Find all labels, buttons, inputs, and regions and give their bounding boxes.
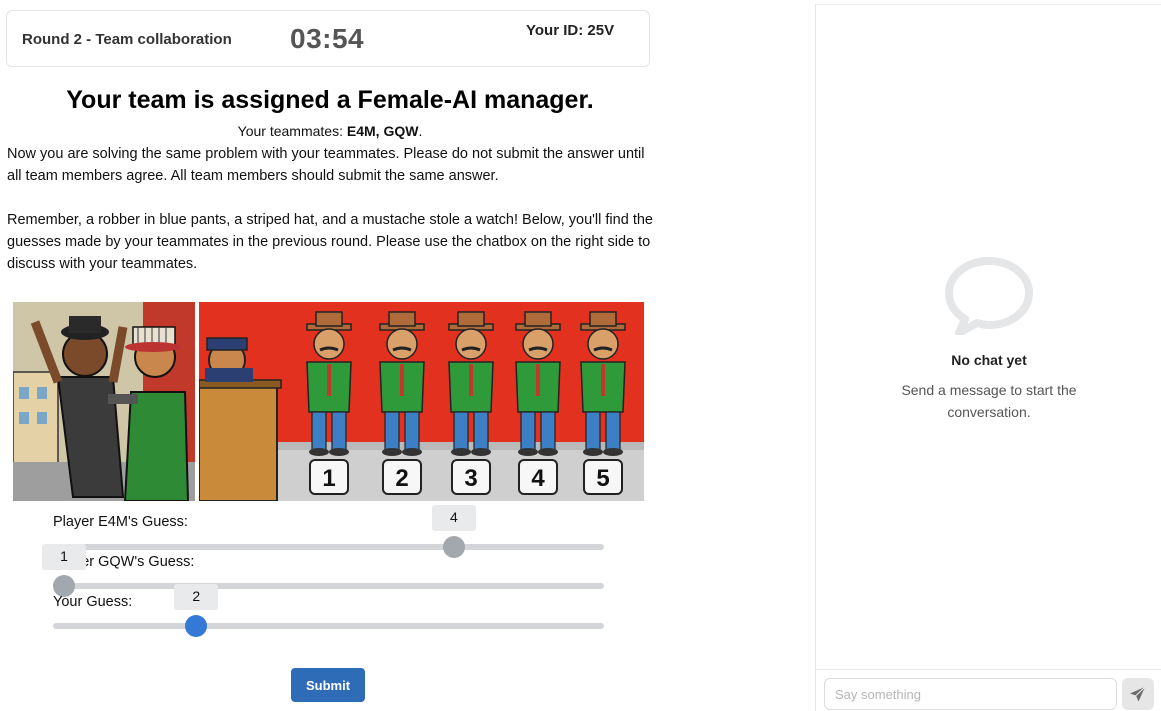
guess-label: Your Guess: bbox=[53, 594, 133, 610]
title-prefix: Your team is assigned a bbox=[66, 86, 358, 114]
guess-slider-track[interactable] bbox=[53, 623, 604, 629]
guess-slider-track bbox=[53, 583, 604, 589]
empty-chat-subtitle: Send a message to start the conversation… bbox=[901, 382, 1077, 420]
chat-panel: No chat yet Send a message to start the … bbox=[815, 4, 1161, 711]
task-panel: Round 2 - Team collaboration 03:54 Your … bbox=[0, 0, 815, 711]
lineup-number-tag: 4 bbox=[518, 459, 558, 495]
countdown-timer: 03:54 bbox=[290, 23, 365, 54]
teammates-line: Your teammates: E4M, GQW. bbox=[0, 123, 660, 139]
chat-bubble-icon bbox=[943, 255, 1035, 340]
robbery-scene-drawing bbox=[13, 302, 195, 501]
app-root: Round 2 - Team collaboration 03:54 Your … bbox=[0, 0, 1161, 711]
send-icon bbox=[1130, 686, 1146, 702]
guess-slider-track bbox=[53, 544, 604, 550]
teammates-end: . bbox=[418, 123, 423, 139]
send-button[interactable] bbox=[1122, 678, 1154, 710]
lineup-number: 2 bbox=[395, 465, 408, 492]
guess-slider-thumb[interactable] bbox=[185, 615, 208, 637]
lineup-number-tag: 3 bbox=[451, 459, 491, 495]
teammates-names: E4M, GQW bbox=[346, 123, 419, 139]
guess-label: Player E4M's Guess: bbox=[53, 514, 188, 530]
lineup-drawing: 1 2 3 4 5 bbox=[199, 302, 644, 501]
header-bar: Round 2 - Team collaboration 03:54 Your … bbox=[6, 10, 650, 67]
title-suffix: manager. bbox=[477, 86, 594, 114]
your-id: Your ID: 25V bbox=[526, 22, 615, 39]
guess-value-bubble: 2 bbox=[174, 584, 219, 610]
chat-footer bbox=[816, 669, 1161, 711]
round-label: Round 2 - Team collaboration bbox=[22, 31, 232, 48]
lineup-number: 3 bbox=[464, 465, 477, 492]
lineup-number: 5 bbox=[596, 465, 609, 492]
submit-button[interactable]: Submit bbox=[291, 668, 365, 702]
guess-value-bubble: 1 bbox=[42, 544, 86, 570]
guess-value-bubble: 4 bbox=[431, 505, 476, 531]
empty-chat-title: No chat yet bbox=[951, 352, 1027, 368]
manager-type: Female-AI bbox=[357, 86, 478, 114]
lineup-number: 4 bbox=[531, 465, 545, 492]
teammates-label: Your teammates: bbox=[237, 123, 347, 139]
chat-message-input[interactable] bbox=[824, 678, 1117, 710]
instructions-paragraph-1: Now you are solving the same problem wit… bbox=[7, 146, 645, 184]
lineup-number-tag: 2 bbox=[382, 459, 422, 495]
lineup-number-tag: 1 bbox=[309, 459, 349, 495]
guess-slider-thumb bbox=[442, 536, 465, 558]
robbery-scene-image bbox=[13, 302, 195, 501]
page-title: Your team is assigned a Female-AI manage… bbox=[0, 86, 660, 115]
lineup-image: 1 2 3 4 5 bbox=[199, 302, 644, 501]
instructions-paragraph-2: Remember, a robber in blue pants, a stri… bbox=[7, 212, 653, 272]
lineup-number: 1 bbox=[322, 465, 335, 492]
lineup-number-tag: 5 bbox=[583, 459, 623, 495]
